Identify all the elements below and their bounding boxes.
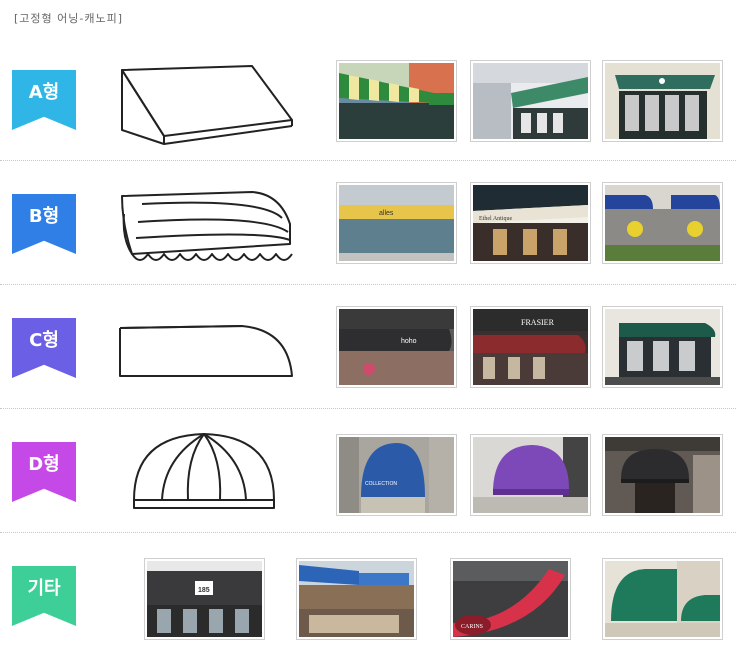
type-d-photo-3 [602, 434, 723, 516]
page-title: [고정형 어닝-캐노피] [14, 12, 124, 25]
row-type-a: A형 [0, 38, 736, 161]
awning-b-drawing [121, 191, 293, 261]
type-b-photo-1: alles [336, 182, 457, 264]
type-etc-ribbon: 기타 [12, 566, 76, 626]
b2-sign: Ethel Antique [479, 216, 512, 222]
type-d-photo-2 [470, 434, 591, 516]
type-b-photo-2: Ethel Antique [470, 182, 591, 264]
type-c-photo-2: FRASIER [470, 306, 591, 388]
type-b-ribbon: B형 [12, 194, 76, 254]
d1-sign: COLLECTION [365, 481, 397, 487]
etc-photo-4 [602, 558, 723, 640]
c2-sign: FRASIER [521, 318, 555, 327]
type-c-ribbon: C형 [12, 318, 76, 378]
row-type-b: B형 alles Ethel Antique [0, 162, 736, 285]
awning-d-drawing [133, 433, 275, 509]
type-c-photo-3 [602, 306, 723, 388]
etc-photo-3: CARINS [450, 558, 571, 640]
type-d-photo-1: COLLECTION [336, 434, 457, 516]
c1-sign: hoho [401, 338, 417, 345]
type-a-photo-3 [602, 60, 723, 142]
b1-sign: alles [379, 210, 394, 217]
type-c-photo-1: hoho [336, 306, 457, 388]
e1-sign: 185 [198, 587, 210, 594]
e3-sign: CARINS [461, 624, 483, 630]
row-type-d: D형 COLLECTION [0, 410, 736, 533]
type-a-ribbon: A형 [12, 70, 76, 130]
awning-c-drawing [119, 325, 293, 377]
type-d-ribbon: D형 [12, 442, 76, 502]
type-a-photo-1 [336, 60, 457, 142]
etc-photo-2 [296, 558, 417, 640]
row-type-c: C형 hoho FRASIER [0, 286, 736, 409]
etc-photo-1: 185 [144, 558, 265, 640]
type-b-photo-3 [602, 182, 723, 264]
row-type-etc: 기타 185 CARINS [0, 534, 736, 657]
awning-a-drawing [121, 65, 293, 145]
type-a-photo-2 [470, 60, 591, 142]
